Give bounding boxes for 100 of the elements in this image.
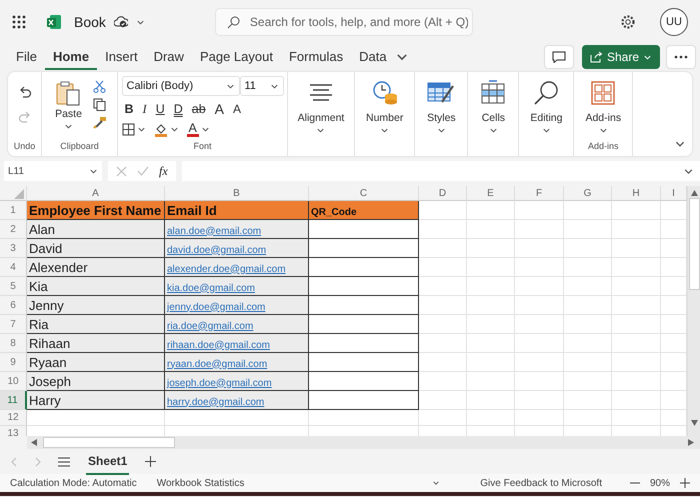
format-button[interactable]: A: [230, 102, 244, 116]
name-box[interactable]: L11: [4, 161, 102, 181]
menu-tab[interactable]: Insert: [97, 44, 146, 70]
scroll-right-icon[interactable]: [688, 439, 694, 446]
row-header[interactable]: 7: [0, 315, 27, 334]
header-cell: Email Id: [165, 201, 309, 220]
ribbon-command-button[interactable]: Alignment: [294, 76, 348, 135]
table-cell: [419, 239, 467, 258]
search-icon: [226, 16, 240, 29]
zoom-level[interactable]: 90%: [650, 478, 670, 488]
workbook-statistics-link[interactable]: Workbook Statistics: [156, 478, 244, 488]
menu-tab[interactable]: Home: [44, 44, 98, 70]
table-cell: [515, 372, 564, 391]
chevron-down-icon: [436, 126, 446, 135]
column-header[interactable]: E: [467, 186, 515, 201]
paintbrush-icon[interactable]: [92, 116, 107, 129]
fill-bucket-icon[interactable]: [154, 122, 168, 136]
table-cell: [419, 353, 467, 372]
add-sheet-icon[interactable]: [145, 456, 156, 467]
column-header[interactable]: H: [612, 186, 661, 201]
format-button[interactable]: D: [170, 102, 186, 116]
horizontal-scrollbar[interactable]: [27, 436, 700, 449]
table-cell: [467, 353, 515, 372]
copy-icon[interactable]: [93, 98, 106, 111]
column-header[interactable]: B: [165, 186, 309, 201]
format-button[interactable]: ab: [188, 102, 209, 116]
table-cell: [564, 296, 612, 315]
font-color-button[interactable]: A: [186, 122, 199, 137]
column-header[interactable]: D: [419, 186, 467, 201]
checkmark-icon[interactable]: [137, 166, 149, 176]
user-avatar[interactable]: UU: [660, 8, 688, 36]
paste-button[interactable]: Paste: [52, 76, 85, 131]
menu-tab[interactable]: Formulas: [280, 44, 352, 70]
ribbon-command-button[interactable]: Add-ins: [582, 76, 624, 135]
share-button[interactable]: Share: [582, 45, 660, 69]
ribbon-command-button[interactable]: Editing: [527, 76, 566, 135]
ribbon-command-button[interactable]: Styles: [423, 76, 460, 135]
column-header[interactable]: A: [27, 186, 165, 201]
row-header[interactable]: 6: [0, 296, 27, 315]
table-cell: [564, 372, 612, 391]
menu-tab[interactable]: File: [8, 44, 45, 70]
row-header[interactable]: 13: [0, 426, 27, 436]
more-options-button[interactable]: [666, 45, 696, 69]
borders-icon[interactable]: [122, 123, 134, 136]
table-cell: [564, 334, 612, 353]
header-cell: QR_Code: [309, 201, 419, 220]
insert-function-button[interactable]: fx: [159, 164, 168, 178]
row-header[interactable]: 8: [0, 334, 27, 353]
undo-icon[interactable]: [18, 84, 32, 99]
column-header[interactable]: I: [661, 186, 687, 201]
calculation-mode-text[interactable]: Calculation Mode: Automatic: [10, 478, 137, 488]
search-field[interactable]: Search for tools, help, and more (Alt + Q): [214, 8, 473, 36]
menu-tab[interactable]: Page Layout: [192, 44, 281, 70]
table-cell: [612, 239, 661, 258]
table-grid-icon: [479, 80, 508, 106]
vertical-scrollbar[interactable]: [687, 186, 700, 436]
app-launcher-icon[interactable]: [12, 15, 26, 29]
row-header[interactable]: 5: [0, 277, 27, 296]
table-cell: [612, 334, 661, 353]
format-button[interactable]: A: [212, 101, 228, 117]
format-button[interactable]: U: [152, 102, 168, 116]
font-size-dropdown[interactable]: 11: [240, 76, 284, 96]
chevron-down-icon: [200, 125, 210, 134]
comments-button[interactable]: [544, 45, 574, 69]
row-header[interactable]: 12: [0, 410, 27, 426]
chevron-down-icon: [170, 125, 178, 134]
row-header[interactable]: 10: [0, 372, 27, 391]
column-header[interactable]: F: [515, 186, 564, 201]
table-cell: Alan: [27, 220, 165, 239]
row-header[interactable]: 11: [0, 391, 27, 410]
table-cell: [419, 334, 467, 353]
ribbon-command-button[interactable]: Number: [363, 76, 406, 135]
cloud-check-icon[interactable]: [114, 16, 128, 28]
row-header[interactable]: 9: [0, 353, 27, 372]
group-label: Undo: [14, 141, 36, 151]
scroll-down-icon[interactable]: [690, 420, 698, 426]
zoom-in-icon[interactable]: [680, 478, 690, 488]
menu-icon[interactable]: [58, 456, 70, 466]
table-cell: [564, 277, 612, 296]
feedback-link[interactable]: Give Feedback to Microsoft: [480, 478, 602, 488]
format-button[interactable]: B: [122, 102, 137, 116]
chevron-down-icon: [380, 126, 390, 135]
row-header[interactable]: 2: [0, 220, 27, 239]
settings-icon[interactable]: [620, 14, 636, 30]
table-cell: [515, 239, 564, 258]
row-header[interactable]: 3: [0, 239, 27, 258]
format-button[interactable]: I: [140, 102, 150, 116]
menu-tab[interactable]: Data: [351, 44, 395, 70]
row-header[interactable]: 4: [0, 258, 27, 277]
row-header[interactable]: 1: [0, 201, 27, 220]
formula-input[interactable]: [182, 161, 700, 181]
menu-tab[interactable]: Draw: [146, 44, 192, 70]
column-header[interactable]: G: [564, 186, 612, 201]
table-cell: [419, 296, 467, 315]
font-family-dropdown[interactable]: Calibri (Body): [122, 76, 240, 96]
scroll-up-icon[interactable]: [690, 190, 698, 196]
column-header[interactable]: C: [309, 186, 419, 201]
ribbon-command-button[interactable]: Cells: [476, 76, 510, 135]
scroll-left-icon[interactable]: [31, 439, 37, 446]
scissors-icon[interactable]: [93, 80, 106, 93]
